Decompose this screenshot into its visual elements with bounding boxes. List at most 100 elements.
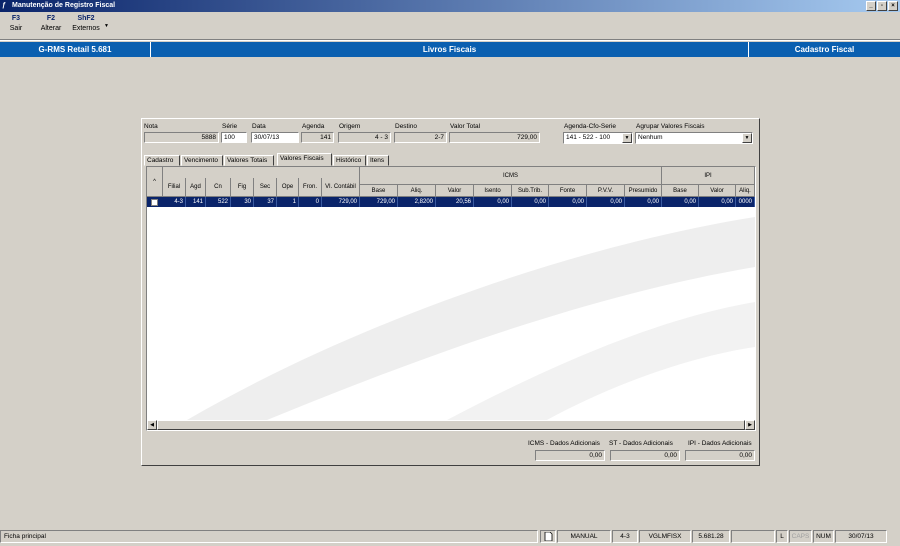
icms-adicionais-field[interactable]: 0,00 bbox=[535, 450, 605, 461]
document-icon bbox=[540, 530, 556, 543]
chevron-down-icon[interactable]: ▼ bbox=[622, 133, 632, 143]
col-icms-fonte[interactable]: Fonte bbox=[549, 185, 587, 197]
destino-label: Destino bbox=[395, 123, 418, 130]
tab-vencimento[interactable]: Vencimento bbox=[181, 155, 223, 166]
agrupar-label: Agrupar Valores Fiscais bbox=[636, 123, 705, 130]
agenda-field[interactable]: 141 bbox=[301, 132, 334, 143]
cell-icms-sub-trib: 0,00 bbox=[512, 197, 549, 207]
ipi-adicionais-field[interactable]: 0,00 bbox=[685, 450, 755, 461]
restore-button[interactable]: ▫ bbox=[877, 1, 887, 11]
alterar-key: F2 bbox=[46, 15, 56, 22]
cell-cn: 522 bbox=[206, 197, 231, 207]
chevron-down-icon[interactable]: ▼ bbox=[742, 133, 752, 143]
col-agd[interactable]: Agd bbox=[186, 178, 206, 197]
header-screen: Cadastro Fiscal bbox=[749, 42, 900, 57]
status-mode: MANUAL bbox=[557, 530, 611, 543]
cell-ope: 1 bbox=[277, 197, 299, 207]
group-icms: ICMS bbox=[360, 167, 662, 185]
status-date: 30/07/13 bbox=[835, 530, 887, 543]
cell-ipi-base: 0,00 bbox=[662, 197, 699, 207]
agenda-cfo-serie-label: Agenda-Cfo-Serie bbox=[564, 123, 617, 130]
group-blank bbox=[163, 167, 360, 178]
cell-ipi-aliq: 0000 bbox=[736, 197, 755, 207]
tab-valores-totais[interactable]: Valores Totais bbox=[224, 155, 274, 166]
col-icms-pvv[interactable]: P.V.V. bbox=[587, 185, 625, 197]
nota-field[interactable]: 5888 bbox=[144, 132, 219, 143]
cell-ipi-valor: 0,00 bbox=[699, 197, 736, 207]
col-vl-contabil[interactable]: Vl. Contábil bbox=[322, 178, 360, 197]
close-button[interactable]: × bbox=[888, 1, 898, 11]
origem-field[interactable]: 4 - 3 bbox=[338, 132, 391, 143]
ipi-adicionais-label: IPI - Dados Adicionais bbox=[688, 440, 752, 447]
col-filial[interactable]: Filial bbox=[163, 178, 186, 197]
alterar-button[interactable]: F2 Alterar bbox=[38, 14, 64, 34]
cell-sec: 37 bbox=[254, 197, 277, 207]
col-icms-base[interactable]: Base bbox=[360, 185, 398, 197]
col-cn[interactable]: Cn bbox=[206, 178, 231, 197]
scroll-thumb[interactable] bbox=[157, 420, 745, 430]
col-sec[interactable]: Sec bbox=[254, 178, 277, 197]
externos-key: ShF2 bbox=[77, 15, 95, 22]
col-ipi-valor[interactable]: Valor bbox=[699, 185, 736, 197]
col-fig[interactable]: Fig bbox=[231, 178, 254, 197]
minimize-button[interactable]: _ bbox=[866, 1, 876, 11]
status-blank bbox=[731, 530, 775, 543]
sair-label: Sair bbox=[9, 25, 23, 32]
sair-button[interactable]: F3 Sair bbox=[4, 14, 28, 34]
col-icms-valor[interactable]: Valor bbox=[436, 185, 474, 197]
fiscal-values-grid[interactable]: ^ Filial Agd Cn Fig Sec Ope Fron. Vl. Co… bbox=[146, 166, 756, 431]
status-text: Ficha principal bbox=[0, 530, 538, 543]
agrupar-select[interactable]: Nenhum ▼ bbox=[635, 132, 753, 144]
alterar-label: Alterar bbox=[40, 25, 62, 32]
row-checkbox[interactable] bbox=[151, 199, 158, 206]
externos-button[interactable]: ShF2 Externos bbox=[70, 14, 102, 34]
agenda-label: Agenda bbox=[302, 123, 325, 130]
col-icms-isento[interactable]: Isento bbox=[474, 185, 512, 197]
externos-label: Externos bbox=[72, 25, 100, 32]
destino-field[interactable]: 2-7 bbox=[394, 132, 447, 143]
col-fron[interactable]: Fron. bbox=[299, 178, 322, 197]
horizontal-scrollbar[interactable]: ◀ ▶ bbox=[147, 420, 755, 430]
data-field[interactable]: 30/07/13 bbox=[251, 132, 299, 143]
status-l: L bbox=[776, 530, 788, 543]
serie-field[interactable]: 100 bbox=[221, 132, 247, 143]
sort-marker[interactable]: ^ bbox=[147, 167, 163, 197]
status-version: 5.681.28 bbox=[692, 530, 730, 543]
cell-agd: 141 bbox=[186, 197, 206, 207]
status-num: NUM bbox=[813, 530, 834, 543]
col-ipi-aliq[interactable]: Aliq. bbox=[736, 185, 755, 197]
cell-icms-base: 729,00 bbox=[360, 197, 398, 207]
scroll-left-icon[interactable]: ◀ bbox=[147, 420, 157, 430]
cell-icms-fonte: 0,00 bbox=[549, 197, 587, 207]
window-title: Manutenção de Registro Fiscal bbox=[12, 2, 116, 9]
cell-vl-contabil: 729,00 bbox=[322, 197, 360, 207]
agenda-cfo-serie-select[interactable]: 141 - 522 - 100 ▼ bbox=[563, 132, 633, 144]
col-icms-sub-trib[interactable]: Sub.Trib. bbox=[512, 185, 549, 197]
col-ipi-base[interactable]: Base bbox=[662, 185, 699, 197]
title-bar: ƒ Manutenção de Registro Fiscal _ ▫ × bbox=[0, 0, 900, 12]
externos-dropdown-icon[interactable]: ▼ bbox=[104, 23, 109, 29]
app-icon: ƒ bbox=[2, 2, 6, 9]
tab-valores-fiscais[interactable]: Valores Fiscais bbox=[277, 153, 332, 166]
col-ope[interactable]: Ope bbox=[277, 178, 299, 197]
nota-label: Nota bbox=[144, 123, 158, 130]
cell-icms-aliq: 2,8200 bbox=[398, 197, 436, 207]
col-icms-presumido[interactable]: Presumido bbox=[625, 185, 662, 197]
tab-itens[interactable]: Itens bbox=[367, 155, 389, 166]
sair-key: F3 bbox=[11, 15, 21, 22]
valor-total-field[interactable]: 729,00 bbox=[449, 132, 540, 143]
valor-total-label: Valor Total bbox=[450, 123, 481, 130]
scroll-right-icon[interactable]: ▶ bbox=[745, 420, 755, 430]
tab-cadastro[interactable]: Cadastro bbox=[144, 155, 180, 166]
cell-icms-presumido: 0,00 bbox=[625, 197, 662, 207]
cell-fron: 0 bbox=[299, 197, 322, 207]
cell-icms-isento: 0,00 bbox=[474, 197, 512, 207]
serie-label: Série bbox=[222, 123, 238, 130]
cell-icms-pvv: 0,00 bbox=[587, 197, 625, 207]
cell-filial: 4-3 bbox=[163, 197, 186, 207]
header-module: Livros Fiscais bbox=[151, 42, 749, 57]
col-icms-aliq[interactable]: Aliq. bbox=[398, 185, 436, 197]
tab-historico[interactable]: Histórico bbox=[333, 155, 366, 166]
st-adicionais-label: ST - Dados Adicionais bbox=[609, 440, 673, 447]
st-adicionais-field[interactable]: 0,00 bbox=[610, 450, 680, 461]
